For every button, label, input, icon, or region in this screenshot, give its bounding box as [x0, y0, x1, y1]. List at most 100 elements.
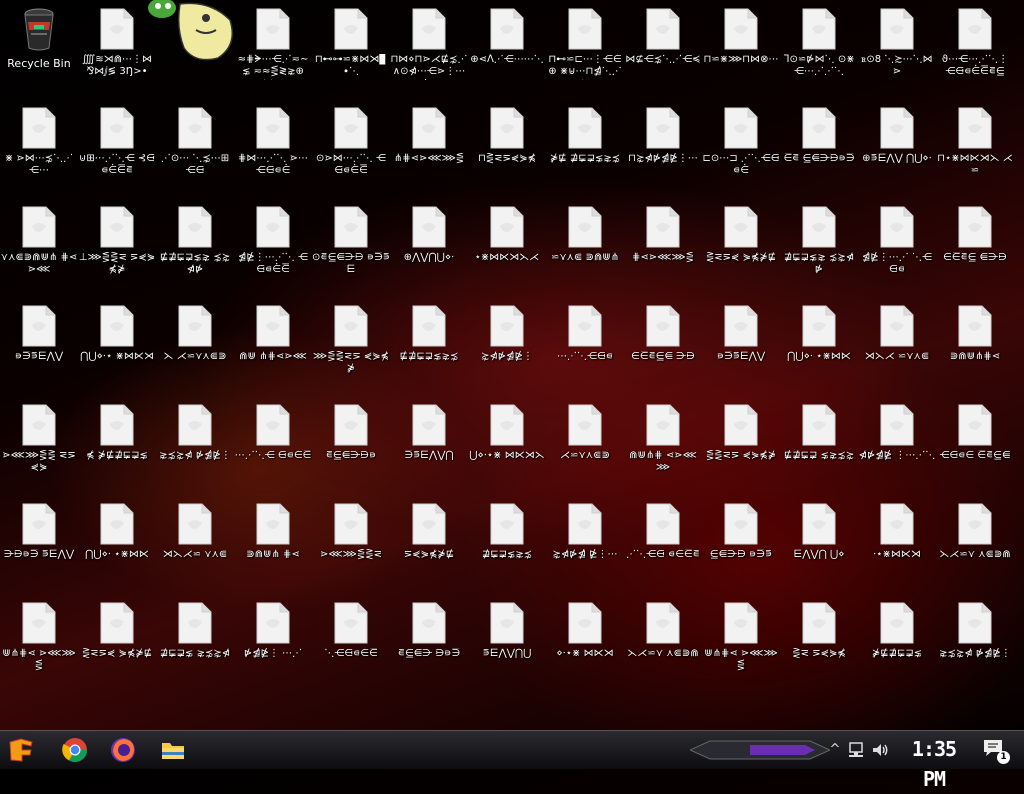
- desktop-file-icon[interactable]: ⊕⋀⋁⋂⋃⋄⋅: [390, 198, 468, 294]
- desktop-file-icon[interactable]: ⊍⊞⋯⋰⋱⋲ ⊰⋳⋴⋵⋶⋷: [78, 99, 156, 195]
- desktop-file-icon[interactable]: ⋇ ⋗⋈⋯⋨⋱⋰⋲⋯: [0, 99, 78, 195]
- desktop-file-icon[interactable]: ⋓⋔⋕⋖ ⋗⋘⋙⋚: [702, 594, 780, 690]
- desktop-file-icon[interactable]: ⋵⋶⋷⋸ ⋹⋺⋻: [936, 198, 1014, 294]
- desktop-file-icon[interactable]: ⋆⋇⋈⋉⋊⋋⋌: [468, 198, 546, 294]
- desktop-file-icon[interactable]: ⋷⋸⋹⋺ ⋻⋼⋽: [390, 594, 468, 690]
- desktop-file-icon[interactable]: ⋛⋜⋝⋞ ⋟⋠⋡⋢: [78, 594, 156, 690]
- desktop-file-icon[interactable]: ⋋⋌⋍⋎ ⋏⋐⋑⋒: [936, 495, 1014, 591]
- desktop-file-icon[interactable]: ⋗⋘⋙⋚⋛ ⋜⋝⋞⋟: [0, 396, 78, 492]
- desktop-file-icon[interactable]: ⋝⋞⋟⋠⋡⋢: [390, 495, 468, 591]
- desktop-file-icon[interactable]: ⋈⊈⋲⋨⋱⋰⋲≼: [624, 0, 702, 96]
- desktop-file-icon[interactable]: ᒣ⊙⋍⋫⋈⋱ ⊙⋇⋲⋯⋰⋰⋱: [780, 0, 858, 96]
- desktop-file-icon[interactable]: ⋛⋜⋝⋞ ⋟⋠⋡⋢: [702, 198, 780, 294]
- desktop-file-icon[interactable]: ⋷⋸⋹⋺⋻⋼: [312, 396, 390, 492]
- desktop-file-icon[interactable]: ⊕⋾⋿⋀⋁ ⋂⋃⋄⋅: [858, 99, 936, 195]
- clock[interactable]: 1:35 PM: [898, 734, 970, 791]
- desktop-file-icon[interactable]: ⋧⋨⋩⋪ ⋫⋬⋭⋮: [936, 594, 1014, 690]
- desktop-file-icon[interactable]: ⊥⋙⋚⋛⋜ ⋝⋞⋟⋠⋡: [78, 198, 156, 294]
- desktop-file-icon[interactable]: ⋲⋳⋴⋵ ⋶⋷⋸⋹: [936, 396, 1014, 492]
- desktop-file-icon[interactable]: ⋓⋔⋕⋖ ⋗⋘⋙⋚: [0, 594, 78, 690]
- desktop-file-icon[interactable]: ⋶⋷ ⋸⋹⋺⋻⋼⋽: [780, 99, 858, 195]
- desktop-file-icon[interactable]: ⨌≋⋊⋒⋯⋮⋈ ⅋⋈ⅉ≶ 3Ŋ>•: [78, 0, 156, 96]
- desktop-file-icon[interactable]: ⋣⋤⋥⋦ ⋧⋨⋩⋪: [156, 594, 234, 690]
- desktop-file-icon[interactable]: ⋯⋰⋱⋲ ⋳⋴⋵⋶: [234, 396, 312, 492]
- desktop-file-icon[interactable]: ⊓⊷⊶⋍⋇⋈⋊▊∙⋱: [312, 0, 390, 96]
- desktop-file-icon[interactable]: ⋑⋒⋓⋔⋕⋖: [936, 297, 1014, 393]
- desktop-file-icon[interactable]: ⋊⋋⋌ ⋍⋎⋏⋐: [858, 297, 936, 393]
- desktop-file-icon[interactable]: ⋢⋣⋤⋥⋦⋧ ⋨⋩⋪⋫: [156, 198, 234, 294]
- desktop-file-icon[interactable]: ⋂⋃⋄⋅ ⋆⋇⋈⋉: [780, 297, 858, 393]
- desktop-file-icon[interactable]: ⋃⋄⋅⋆⋇ ⋈⋉⋊⋋: [468, 396, 546, 492]
- desktop-file-icon[interactable]: ⋰⋱⋲⋳ ⋴⋵⋶⋷: [624, 495, 702, 591]
- firefox-taskbar-button[interactable]: [108, 735, 138, 765]
- desktop-file-icon[interactable]: ⋗⋘⋙⋚⋛⋜: [312, 495, 390, 591]
- desktop-file-icon[interactable]: ⋩⋪⋫⋬ ⋭⋮⋯: [546, 495, 624, 591]
- desktop-file-icon[interactable]: ⋾⋿⋀⋁⋂⋃: [468, 594, 546, 690]
- desktop-file-icon[interactable]: ⊙⋗⋈⋯⋰⋱ ⋲⋳⋴⋵⋶: [312, 99, 390, 195]
- desktop-file-icon[interactable]: ⋰⊙⋯ ⋱⋨⋯⊞⋲⋳: [156, 99, 234, 195]
- desktop-file-icon[interactable]: ⊏⊙⋯⊐ ⋰⋱⋲⋳⋴⋵: [702, 99, 780, 195]
- desktop-file-icon[interactable]: ⊓⋍⋇⋙⊓⋈⊗⋯: [702, 0, 780, 96]
- desktop-file-icon[interactable]: ⋚⋛⋜⋝ ⋞⋟⋠⋡: [702, 396, 780, 492]
- file-explorer-taskbar-button[interactable]: [158, 735, 188, 765]
- desktop-file-icon[interactable]: ⋅⋆⋇⋈⋉⋊: [858, 495, 936, 591]
- desktop-file-icon[interactable]: ⋕⋖⋗⋘⋙⋚: [624, 198, 702, 294]
- desktop-file-icon[interactable]: ⋋ ⋌⋍⋎⋏⋐⋑: [156, 297, 234, 393]
- desktop-file-icon[interactable]: ϑ⋯⋲⋯⋰⋱⋮ ⋲⋳⋴⋵⋶⋷⋸: [936, 0, 1014, 96]
- desktop-file-icon[interactable]: ⋣⋤⋥⋦⋧ ⋨⋩⋪⋫: [780, 198, 858, 294]
- desktop-file-icon[interactable]: ⊓⋆⋇⋈⋉⋊⋋ ⋌⋍: [936, 99, 1014, 195]
- desktop-file-icon[interactable]: ⊙⋷⋸⋹⋺⋻ ⋼⋽⋾⋿: [312, 198, 390, 294]
- desktop-file-icon[interactable]: ⋔⋕⋖⋗⋘⋙⋚: [390, 99, 468, 195]
- desktop-file-icon[interactable]: ⋵⋶⋷⋸⋹ ⋺⋻: [624, 297, 702, 393]
- desktop-file-icon[interactable]: ⋋⋌⋍⋎ ⋏⋐⋑⋒: [624, 594, 702, 690]
- desktop-file-icon[interactable]: ⋿⋀⋁⋂ ⋃⋄: [780, 495, 858, 591]
- desktop-file-icon[interactable]: ⋍⋎⋏⋐ ⋑⋒⋓⋔: [546, 198, 624, 294]
- desktop-file-icon[interactable]: ⋢⋣⋤⋥⋦⋧⋨: [390, 297, 468, 393]
- desktop-file-icon[interactable]: ⋼⋽⋾⋿⋀⋁: [702, 297, 780, 393]
- desktop-file-icon[interactable]: ⋬⋭⋮⋯⋰ ⋱⋲⋳⋴: [858, 198, 936, 294]
- desktop-file-icon[interactable]: ⋬⋭⋮⋯⋰⋱ ⋲⋳⋴⋵⋶: [234, 198, 312, 294]
- desktop-file-icon[interactable]: ≈⋕ᗙ⋯⋲⋰≂∼⋦ ≂≈⋚≷⋧⊕⋉⋯: [234, 0, 312, 96]
- desktop-file-icon[interactable]: ⊓⋛⋜⋝⋞⋟⋠: [468, 99, 546, 195]
- desktop-file-icon[interactable]: ⋢⋣⋤⋥ ⋦⋧⋨⋩: [780, 396, 858, 492]
- desktop-file-icon[interactable]: ⋽⋾⋿⋀⋁⋂: [390, 396, 468, 492]
- desktop-file-icon[interactable]: ⊕⋖ᐱ⋰⋲⋯⋯⋱: [468, 0, 546, 96]
- desktop-file-icon[interactable]: ⋎⋏⋐⋑⋒⋓⋔ ⋕⋖⋗⋘: [0, 198, 78, 294]
- desktop-file-icon[interactable]: ꭱ⊙8 ⋱≿⋯⋱⋈⋗: [858, 0, 936, 96]
- desktop-file-icon[interactable]: ⋂⋃⋄⋅ ⋆⋇⋈⋉: [78, 495, 156, 591]
- desktop-file-icon[interactable]: ⋠ ⋡⋢⋣⋤⋥⋦: [78, 396, 156, 492]
- desktop-file-icon[interactable]: ⋼⋽⋾⋿⋀⋁: [0, 297, 78, 393]
- desktop-file-icon[interactable]: ⋛⋜ ⋝⋞⋟⋠: [780, 594, 858, 690]
- desktop-file-icon[interactable]: ⋑⋒⋓⋔ ⋕⋖: [234, 495, 312, 591]
- desktop-file-icon[interactable]: ⋡⋢⋣⋤⋥⋦: [858, 594, 936, 690]
- volume-button[interactable]: [870, 740, 890, 760]
- desktop-file-icon[interactable]: ⋡⋢ ⋣⋤⋥⋦⋧⋨: [546, 99, 624, 195]
- desktop-file-icon[interactable]: ⋌⋍⋎⋏⋐⋑: [546, 396, 624, 492]
- desktop-file-icon[interactable]: ⋺⋻⋼⋽ ⋾⋿⋀⋁: [0, 495, 78, 591]
- desktop-file-icon[interactable]: ⋧⋨⋩⋪ ⋫⋬⋭⋮: [156, 396, 234, 492]
- desktop-file-icon[interactable]: ⊓⋩⋪⋫⋬⋭⋮⋯: [624, 99, 702, 195]
- desktop-file-icon[interactable]: ⋩⋪⋫⋬⋭⋮: [468, 297, 546, 393]
- desktop-file-icon[interactable]: ⋒⋓⋔⋕ ⋖⋗⋘⋙: [624, 396, 702, 492]
- desktop-file-icon[interactable]: ⋫⋬⋭⋮ ⋯⋰: [234, 594, 312, 690]
- desktop-file-icon[interactable]: ⋸⋹⋺⋻ ⋼⋽⋾: [702, 495, 780, 591]
- desktop-file-icon[interactable]: ⋣⋤⋥⋦⋧⋨: [468, 495, 546, 591]
- recycle-bin[interactable]: Recycle Bin: [0, 0, 78, 96]
- blank-file-icon: [646, 305, 680, 347]
- desktop-file-icon[interactable]: ⋊⋋⋌⋍ ⋎⋏⋐: [156, 495, 234, 591]
- desktop-file-icon[interactable]: ⋯⋰⋱⋲⋳⋴: [546, 297, 624, 393]
- show-hidden-icons-button[interactable]: ^: [826, 739, 844, 761]
- desktop-file-icon[interactable]: ⋕⋈⋯⋰⋱ ⋗⋯⋲⋳⋴⋵: [234, 99, 312, 195]
- desktop-file-icon[interactable]: ⋂⋃⋄⋅⋆ ⋇⋈⋉⋊: [78, 297, 156, 393]
- desktop-file-icon[interactable]: ⋒⋓ ⋔⋕⋖⋗⋘: [234, 297, 312, 393]
- chrome-taskbar-button[interactable]: [60, 735, 90, 765]
- network-button[interactable]: [846, 740, 866, 760]
- desktop-file-icon[interactable]: ⋄⋅⋆⋇ ⋈⋉⋊: [546, 594, 624, 690]
- start-button[interactable]: [6, 735, 36, 765]
- desktop-file-icon[interactable]: ⋙⋚⋛⋜⋝ ⋞⋟⋠⋡: [312, 297, 390, 393]
- desktop-file-icon[interactable]: ⋱⋲⋳⋴⋵⋶: [312, 594, 390, 690]
- desktop-file-icon[interactable]: ⋪⋫⋬⋭ ⋮⋯⋰⋱: [858, 396, 936, 492]
- desktop-file-icon[interactable]: ⊓⋈⋄⊓⋗⋌⋢⋨⋰ ∧⊙⋪⋯⋲⋗⋮⋯⋱: [390, 0, 468, 96]
- desktop-file-icon[interactable]: ⊓⊷⋍⊏⋯⋮⋲⋵⊕ ⋇⊎⋯⊓⋬⋱⋰⋨⋯: [546, 0, 624, 96]
- action-center-button[interactable]: 1: [982, 738, 1010, 764]
